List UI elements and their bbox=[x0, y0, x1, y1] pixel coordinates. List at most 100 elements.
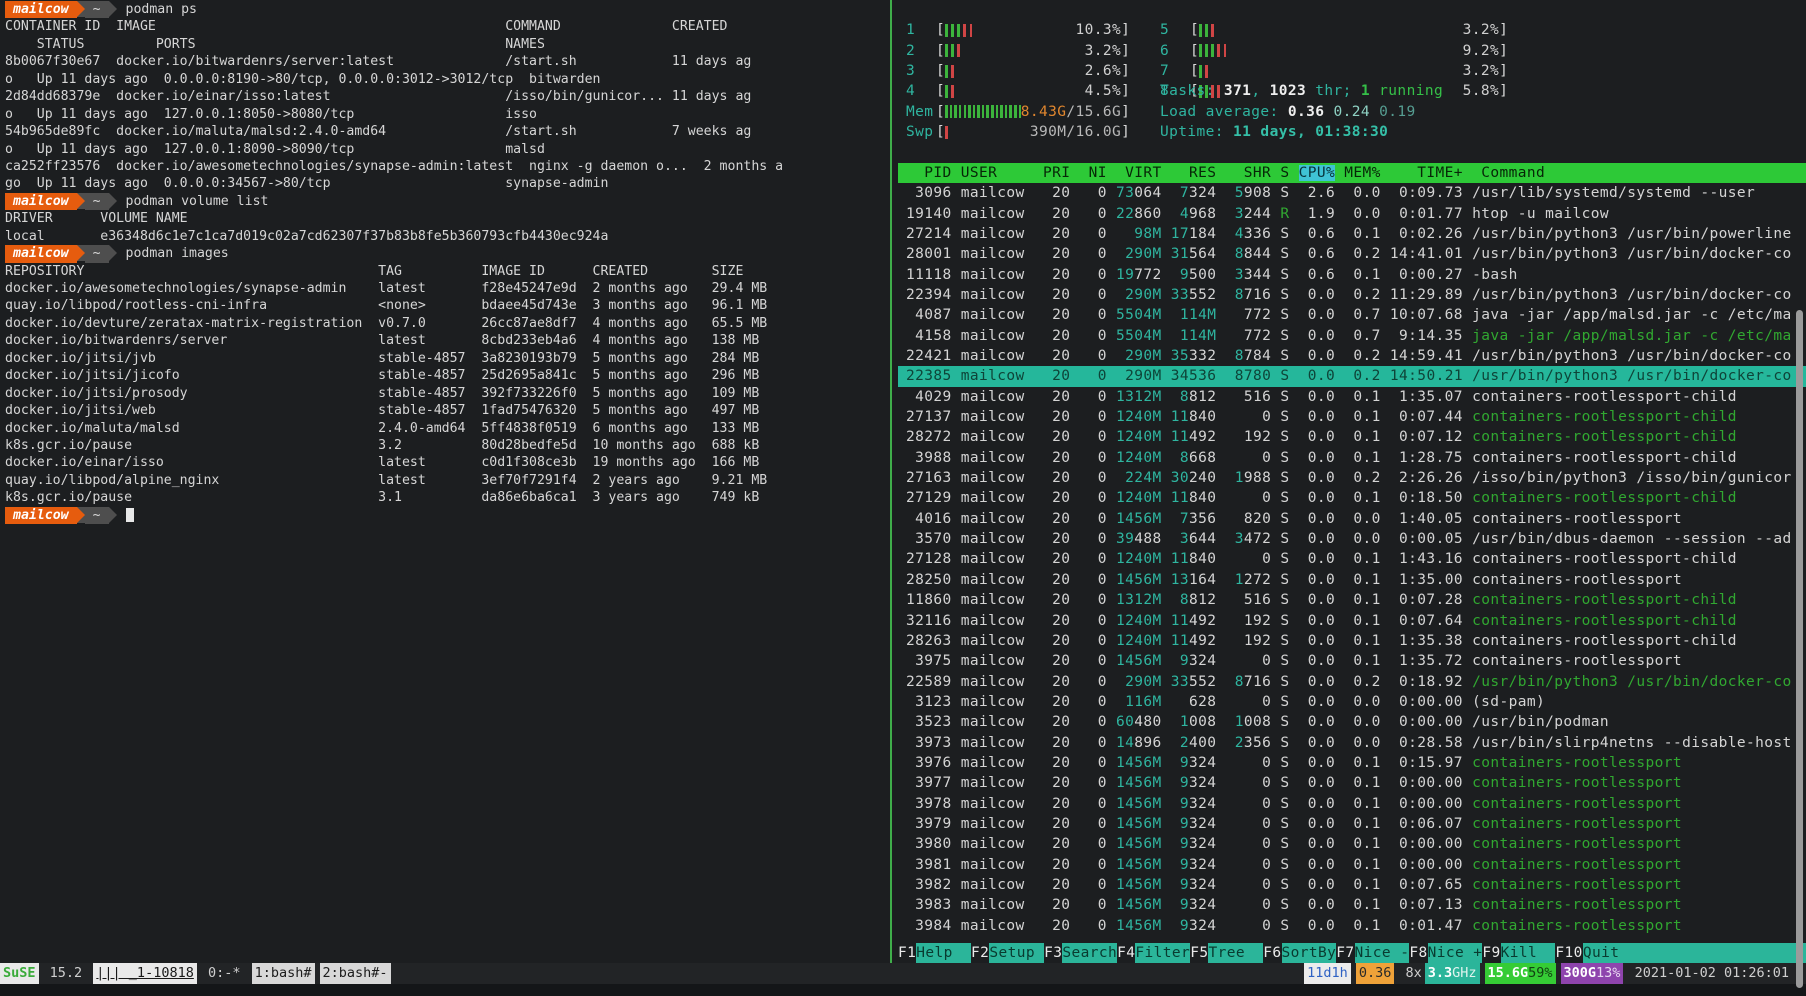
tmux-window-0[interactable]: 0:-* bbox=[197, 963, 252, 984]
fkey-f9-label[interactable]: Kill bbox=[1501, 943, 1556, 963]
tmux-window-2[interactable]: 2:bash#- bbox=[320, 963, 391, 984]
process-row[interactable]: 19140 mailcow 20 0 22860 4968 3244 R 1.9… bbox=[898, 204, 1806, 224]
meter-bar-tick bbox=[951, 44, 954, 57]
meter-bar-tick bbox=[945, 85, 948, 98]
process-row[interactable]: 4029 mailcow 20 0 1312M 8812 516 S 0.0 0… bbox=[898, 387, 1806, 407]
process-row[interactable]: 3123 mailcow 20 0 116M 628 0 S 0.0 0.0 0… bbox=[898, 692, 1806, 712]
meter: 7[3.2%] bbox=[1160, 61, 1508, 81]
process-row[interactable]: 3523 mailcow 20 0 60480 1008 1008 S 0.0 … bbox=[898, 712, 1806, 732]
fkey-f8-key[interactable]: F8 bbox=[1409, 943, 1427, 963]
process-row[interactable]: 11118 mailcow 20 0 19772 9500 3344 S 0.6… bbox=[898, 265, 1806, 285]
fkey-f5-key[interactable]: F5 bbox=[1190, 943, 1208, 963]
fkey-f2-label[interactable]: Setup bbox=[989, 943, 1044, 963]
htop-pane-right[interactable]: 1[10.3%]2[3.2%]3[2.6%]4[4.5%]5[3.2%]6[9.… bbox=[898, 0, 1806, 963]
status-mem-pct: 59% bbox=[1528, 963, 1555, 984]
meter-bar-tick bbox=[950, 105, 953, 118]
process-row[interactable]: 28001 mailcow 20 0 290M 31564 8844 S 0.6… bbox=[898, 244, 1806, 264]
shell-prompt-line[interactable]: mailcow~ bbox=[5, 507, 891, 524]
terminal-pane-left[interactable]: mailcow~podman psCONTAINER ID IMAGE COMM… bbox=[0, 0, 891, 963]
process-row[interactable]: 3975 mailcow 20 0 1456M 9324 0 S 0.0 0.1… bbox=[898, 651, 1806, 671]
fkey-f10-label[interactable]: Quit bbox=[1583, 943, 1806, 963]
process-row[interactable]: 3096 mailcow 20 0 73064 7324 5908 S 2.6 … bbox=[898, 183, 1806, 203]
process-row[interactable]: 3979 mailcow 20 0 1456M 9324 0 S 0.0 0.1… bbox=[898, 814, 1806, 834]
process-row[interactable]: 3977 mailcow 20 0 1456M 9324 0 S 0.0 0.1… bbox=[898, 773, 1806, 793]
terminal-output-line: docker.io/jitsi/jvb stable-4857 3a823019… bbox=[5, 350, 891, 367]
meter-bar-tick bbox=[1205, 24, 1208, 37]
process-row[interactable]: 27128 mailcow 20 0 1240M 11840 0 S 0.0 0… bbox=[898, 549, 1806, 569]
meter-value: 3.2% bbox=[1463, 61, 1500, 81]
process-row[interactable]: 27163 mailcow 20 0 224M 30240 1988 S 0.0… bbox=[898, 468, 1806, 488]
fkey-f4-label[interactable]: Filter bbox=[1135, 943, 1190, 963]
process-row[interactable]: 27129 mailcow 20 0 1240M 11840 0 S 0.0 0… bbox=[898, 488, 1806, 508]
terminal-output-line: STATUS PORTS NAMES bbox=[5, 36, 891, 53]
process-row[interactable]: 27137 mailcow 20 0 1240M 11840 0 S 0.0 0… bbox=[898, 407, 1806, 427]
fkey-f9-key[interactable]: F9 bbox=[1482, 943, 1500, 963]
process-row[interactable]: 32116 mailcow 20 0 1240M 11492 192 S 0.0… bbox=[898, 611, 1806, 631]
process-row[interactable]: 4087 mailcow 20 0 5504M 114M 772 S 0.0 0… bbox=[898, 305, 1806, 325]
meter-ticks bbox=[1199, 44, 1462, 57]
meter-label: 6 bbox=[1160, 41, 1190, 61]
process-row[interactable]: 22421 mailcow 20 0 290M 35332 8784 S 0.0… bbox=[898, 346, 1806, 366]
fkey-f7-key[interactable]: F7 bbox=[1336, 943, 1354, 963]
shell-prompt-line[interactable]: mailcow~podman ps bbox=[5, 1, 891, 18]
process-row[interactable]: 3988 mailcow 20 0 1240M 8668 0 S 0.0 0.1… bbox=[898, 448, 1806, 468]
status-load: 0.36 bbox=[1356, 963, 1395, 984]
process-row[interactable]: 22394 mailcow 20 0 290M 33552 8716 S 0.0… bbox=[898, 285, 1806, 305]
terminal-cursor[interactable] bbox=[126, 508, 134, 522]
fkey-f1-key[interactable]: F1 bbox=[898, 943, 916, 963]
fkey-f10-key[interactable]: F10 bbox=[1555, 943, 1582, 963]
meter: 2[3.2%] bbox=[906, 41, 1130, 61]
fkey-f1-label[interactable]: Help bbox=[916, 943, 971, 963]
process-row[interactable]: 3980 mailcow 20 0 1456M 9324 0 S 0.0 0.1… bbox=[898, 834, 1806, 854]
process-row[interactable]: 3983 mailcow 20 0 1456M 9324 0 S 0.0 0.1… bbox=[898, 895, 1806, 915]
process-row[interactable]: 11860 mailcow 20 0 1312M 8812 516 S 0.0 … bbox=[898, 590, 1806, 610]
fkey-f7-label[interactable]: Nice - bbox=[1355, 943, 1410, 963]
process-row[interactable]: 3978 mailcow 20 0 1456M 9324 0 S 0.0 0.1… bbox=[898, 794, 1806, 814]
meter-bar-tick bbox=[1005, 105, 1008, 118]
shell-prompt-line[interactable]: mailcow~podman volume list bbox=[5, 193, 891, 210]
prompt-path-segment: ~ bbox=[85, 1, 109, 18]
process-row[interactable]: 3982 mailcow 20 0 1456M 9324 0 S 0.0 0.1… bbox=[898, 875, 1806, 895]
process-row[interactable]: 28263 mailcow 20 0 1240M 11492 192 S 0.0… bbox=[898, 631, 1806, 651]
meter-bar-tick bbox=[951, 65, 954, 78]
process-row[interactable]: 27214 mailcow 20 0 98M 17184 4336 S 0.6 … bbox=[898, 224, 1806, 244]
prompt-user-segment: mailcow bbox=[5, 507, 77, 524]
fkey-f8-label[interactable]: Nice + bbox=[1428, 943, 1483, 963]
process-table-header[interactable]: PID USER PRI NI VIRT RES SHR S CPU% MEM%… bbox=[898, 163, 1806, 183]
process-row[interactable]: 22385 mailcow 20 0 290M 34536 8780 S 0.0… bbox=[898, 366, 1806, 386]
meter-value: 10.3% bbox=[1075, 20, 1121, 40]
meter-row: 7[3.2%] bbox=[1160, 61, 1508, 81]
fkey-f4-key[interactable]: F4 bbox=[1117, 943, 1135, 963]
process-row[interactable]: 3570 mailcow 20 0 39488 3644 3472 S 0.0 … bbox=[898, 529, 1806, 549]
fkey-f6-key[interactable]: F6 bbox=[1263, 943, 1281, 963]
process-row[interactable]: 4016 mailcow 20 0 1456M 7356 820 S 0.0 0… bbox=[898, 509, 1806, 529]
meter-ticks bbox=[945, 65, 1084, 78]
fkey-f5-label[interactable]: Tree bbox=[1208, 943, 1263, 963]
fkey-f3-label[interactable]: Search bbox=[1062, 943, 1117, 963]
terminal-output-line: docker.io/einar/isso latest c0d1f308ce3b… bbox=[5, 454, 891, 471]
terminal-output-line: CONTAINER ID IMAGE COMMAND CREATED bbox=[5, 18, 891, 35]
tmux-window-1[interactable]: 1:bash# bbox=[252, 963, 315, 984]
meter-bar-tick bbox=[1224, 44, 1227, 57]
tmux-pane-separator[interactable] bbox=[890, 0, 892, 963]
meter-row: 5[3.2%] bbox=[1160, 20, 1508, 40]
powerline-arrow-icon bbox=[77, 245, 85, 261]
process-row[interactable]: 3984 mailcow 20 0 1456M 9324 0 S 0.0 0.1… bbox=[898, 916, 1806, 936]
fkey-f2-key[interactable]: F2 bbox=[971, 943, 989, 963]
process-row[interactable]: 3973 mailcow 20 0 14896 2400 2356 S 0.0 … bbox=[898, 733, 1806, 753]
meter-bar-tick bbox=[945, 105, 948, 118]
scrollbar-thumb[interactable] bbox=[1796, 310, 1803, 988]
process-row[interactable]: 4158 mailcow 20 0 5504M 114M 772 S 0.0 0… bbox=[898, 326, 1806, 346]
shell-prompt-line[interactable]: mailcow~podman images bbox=[5, 245, 891, 262]
process-row[interactable]: 3976 mailcow 20 0 1456M 9324 0 S 0.0 0.1… bbox=[898, 753, 1806, 773]
process-row[interactable]: 22589 mailcow 20 0 290M 33552 8716 S 0.0… bbox=[898, 672, 1806, 692]
meter-bar-tick bbox=[954, 105, 957, 118]
fkey-f3-key[interactable]: F3 bbox=[1044, 943, 1062, 963]
meter-bar-tick bbox=[1199, 44, 1202, 57]
meter-label: 2 bbox=[906, 41, 936, 61]
terminal-output-line: o Up 11 days ago 127.0.0.1:8090->8090/tc… bbox=[5, 141, 891, 158]
process-row[interactable]: 3981 mailcow 20 0 1456M 9324 0 S 0.0 0.1… bbox=[898, 855, 1806, 875]
process-row[interactable]: 28250 mailcow 20 0 1456M 13164 1272 S 0.… bbox=[898, 570, 1806, 590]
fkey-f6-label[interactable]: SortBy bbox=[1282, 943, 1337, 963]
process-row[interactable]: 28272 mailcow 20 0 1240M 11492 192 S 0.0… bbox=[898, 427, 1806, 447]
